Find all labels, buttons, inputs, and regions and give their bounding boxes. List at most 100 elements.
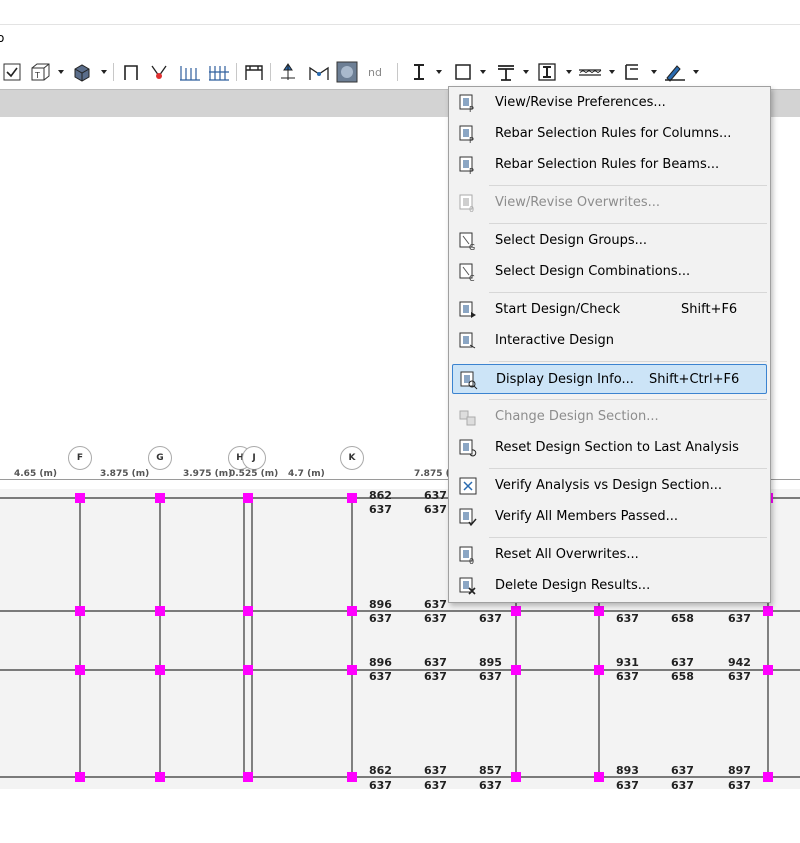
interactive-design-icon (459, 331, 477, 351)
reset-overwrites-icon: 0 (459, 545, 477, 566)
menu-separator (489, 361, 767, 362)
truss-icon[interactable] (242, 61, 266, 83)
checkbox-icon[interactable] (2, 61, 22, 83)
frame-value: 637 (424, 656, 447, 669)
column-grid-icon[interactable] (177, 61, 203, 83)
frame-value: 637 (728, 670, 751, 683)
menu-item-reset-all-overwrites[interactable]: 0 Reset All Overwrites... (452, 540, 767, 570)
menu-item-view-revise-preferences[interactable]: P View/Revise Preferences... (452, 88, 767, 118)
wall-grid-icon[interactable] (206, 61, 232, 83)
menu-item-label: Delete Design Results... (495, 578, 651, 593)
menu-item-select-design-combinations[interactable]: C Select Design Combinations... (452, 257, 767, 287)
chevron-down-icon[interactable] (609, 70, 615, 74)
wall-icon[interactable] (620, 61, 644, 83)
svg-text:P: P (469, 105, 474, 113)
frame-value: 637 (424, 612, 447, 625)
menu-item-verify-analysis-vs-design[interactable]: Verify Analysis vs Design Section... (452, 471, 767, 501)
frame-value: 637 (424, 503, 447, 516)
frame-value: 637 (369, 612, 392, 625)
render-icon[interactable] (334, 61, 360, 83)
menu-bar: o (0, 25, 800, 55)
preferences-icon: P (459, 93, 477, 114)
menu-item-reset-design-section[interactable]: Reset Design Section to Last Analysis (452, 433, 767, 463)
dimension-label: 3.875 (m) (100, 469, 150, 479)
frame-value: 637 (671, 656, 694, 669)
tbeam-icon[interactable] (494, 61, 518, 83)
frame-value: 895 (479, 656, 502, 669)
menu-item-rebar-rules-beams[interactable]: P Rebar Selection Rules for Beams... (452, 150, 767, 180)
chevron-down-icon[interactable] (101, 70, 107, 74)
menu-item-select-design-groups[interactable]: G Select Design Groups... (452, 226, 767, 256)
chevron-down-icon[interactable] (58, 70, 64, 74)
chevron-down-icon[interactable] (523, 70, 529, 74)
menu-item-label: Rebar Selection Rules for Beams... (495, 157, 720, 172)
portal-icon[interactable] (120, 61, 142, 83)
grid-bubble-g: G (148, 446, 172, 470)
menu-item-delete-design-results[interactable]: Delete Design Results... (452, 571, 767, 601)
slab-icon[interactable] (576, 61, 604, 83)
design-frame-icon[interactable] (452, 61, 474, 83)
menu-item-verify-all-members-passed[interactable]: Verify All Members Passed... (452, 502, 767, 532)
dimension-label: 4.7 (m) (288, 469, 325, 479)
chevron-down-icon[interactable] (693, 70, 699, 74)
menu-separator (489, 468, 767, 469)
menu-item-label: Reset All Overwrites... (495, 547, 639, 562)
vector-icon[interactable] (148, 61, 170, 83)
magnifier-icon (460, 370, 478, 390)
chevron-down-icon[interactable] (436, 70, 442, 74)
frame-value: 637 (728, 779, 751, 792)
chevron-down-icon[interactable] (480, 70, 486, 74)
pen-icon[interactable] (662, 61, 688, 83)
design-dropdown-menu: P View/Revise Preferences... P Rebar Sel… (448, 86, 771, 603)
frame-value: 637 (424, 779, 447, 792)
frame-value: 658 (671, 670, 694, 683)
nd-label: nd (368, 65, 382, 79)
arrow-vector-icon[interactable] (276, 61, 300, 83)
menu-item-label: View/Revise Overwrites... (495, 195, 661, 210)
menu-item-label: View/Revise Preferences... (495, 95, 666, 110)
menu-separator (489, 537, 767, 538)
menu-item-view-revise-overwrites[interactable]: 0 View/Revise Overwrites... (452, 188, 767, 218)
menu-item-rebar-rules-columns[interactable]: P Rebar Selection Rules for Columns... (452, 119, 767, 149)
chevron-down-icon[interactable] (566, 70, 572, 74)
cube-icon[interactable] (70, 61, 94, 83)
hinge-icon[interactable] (306, 61, 332, 83)
frame-value: 637 (369, 779, 392, 792)
frame-value: 637 (616, 612, 639, 625)
change-section-icon (459, 407, 477, 427)
menubar-fragment[interactable]: o (0, 31, 4, 45)
frame-value: 637 (616, 779, 639, 792)
frame-value: 637 (424, 764, 447, 777)
ibeam-icon[interactable] (408, 61, 430, 83)
dimension-label: 3.975 (m) (183, 469, 233, 479)
svg-text:G: G (469, 243, 475, 251)
menu-item-change-design-section[interactable]: Change Design Section... (452, 402, 767, 432)
menu-item-interactive-design[interactable]: Interactive Design (452, 326, 767, 356)
column-design-icon[interactable] (535, 61, 559, 83)
frame-value: 942 (728, 656, 751, 669)
grid-bubble-j: J (242, 446, 266, 470)
menu-item-shortcut: Shift+F6 (681, 302, 738, 317)
svg-text:0: 0 (469, 205, 474, 213)
menu-item-start-design-check[interactable]: Start Design/Check Shift+F6 (452, 295, 767, 325)
frame-value: 637 (479, 612, 502, 625)
frame-value: 658 (671, 612, 694, 625)
dimension-label: 4.65 (m) (14, 469, 57, 479)
grid-bubble-k: K (340, 446, 364, 470)
toolbar-divider (113, 63, 114, 81)
frame-value: 862 (369, 489, 392, 502)
menu-item-label: Verify Analysis vs Design Section... (495, 478, 723, 493)
frame-icon[interactable]: T (28, 61, 52, 83)
combinations-icon: C (459, 262, 477, 283)
frame-value: 637 (369, 670, 392, 683)
preferences-icon: P (459, 155, 477, 176)
menu-item-label: Verify All Members Passed... (495, 509, 679, 524)
menu-separator (489, 223, 767, 224)
menu-item-display-design-info[interactable]: Display Design Info... Shift+Ctrl+F6 (452, 364, 767, 394)
menu-item-label: Select Design Combinations... (495, 264, 691, 279)
reset-section-icon (459, 438, 477, 458)
overwrites-icon: 0 (459, 193, 477, 214)
frame-value: 896 (369, 598, 392, 611)
nd-icon[interactable]: nd (364, 61, 386, 83)
chevron-down-icon[interactable] (651, 70, 657, 74)
